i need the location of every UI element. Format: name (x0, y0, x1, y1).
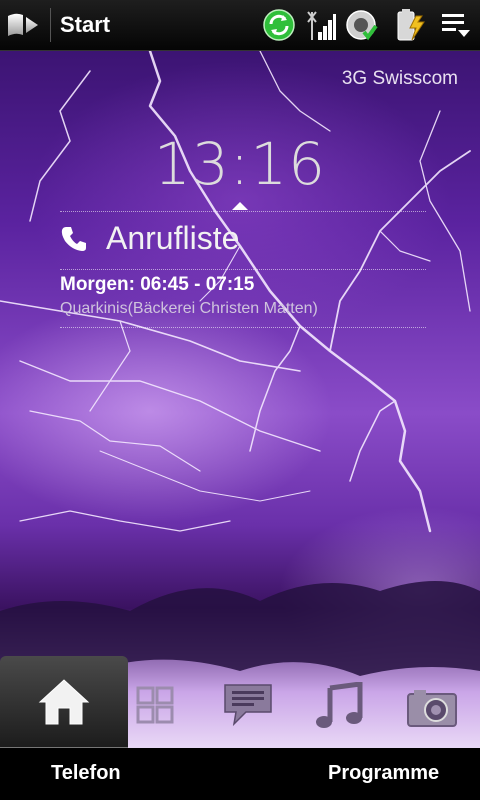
divider-bottom (60, 327, 426, 328)
status-bar: Start (0, 0, 480, 51)
softkey-left-telefon[interactable]: Telefon (51, 762, 121, 785)
tab-home[interactable] (0, 656, 128, 748)
tab-music[interactable] (302, 656, 398, 748)
appointment-subject[interactable]: Quarkinis(Bäckerei Christen Matten) (60, 300, 318, 318)
clock-time[interactable]: 13:16 (0, 130, 480, 198)
sync-icon[interactable] (262, 8, 296, 42)
people-icon (136, 686, 174, 724)
status-separator (50, 8, 51, 42)
tab-messaging[interactable] (210, 656, 306, 748)
appointment-time[interactable]: Morgen: 06:45 - 07:15 (60, 274, 254, 296)
battery-charging-icon[interactable] (392, 8, 426, 42)
phone-handset-icon (61, 227, 86, 251)
softkey-bar: Telefon Programme (0, 748, 480, 800)
tab-camera[interactable] (392, 656, 480, 748)
divider-top (60, 211, 426, 212)
clock-caret-indicator (232, 202, 248, 210)
softkey-right-programme[interactable]: Programme (328, 762, 439, 785)
start-label[interactable]: Start (60, 12, 110, 38)
divider-middle (60, 269, 426, 270)
tab-bar (0, 656, 480, 748)
call-history-link[interactable]: Anrufliste (106, 220, 239, 257)
menu-icon[interactable] (438, 8, 472, 42)
camera-icon (407, 690, 457, 727)
music-icon (316, 682, 363, 728)
windows-start-icon[interactable] (6, 8, 46, 42)
tab-people[interactable] (124, 656, 220, 748)
wifi-icon[interactable] (344, 8, 378, 42)
signal-strength-icon[interactable] (302, 8, 336, 42)
home-icon (38, 679, 90, 725)
operator-name: 3G Swisscom (341, 68, 458, 89)
messaging-icon (224, 684, 272, 727)
